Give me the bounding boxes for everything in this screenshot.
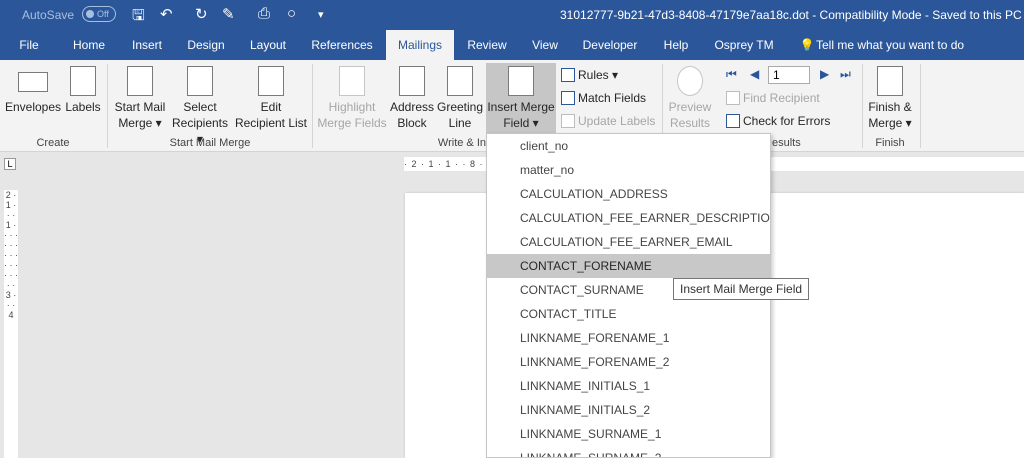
group-label-create: Create	[36, 137, 70, 149]
tab-layout[interactable]: Layout	[242, 30, 294, 60]
merge-field-item[interactable]: LINKNAME_FORENAME_2	[487, 350, 770, 374]
record-number-input[interactable]: 1	[768, 66, 810, 84]
merge-field-item[interactable]: LINKNAME_INITIALS_2	[487, 398, 770, 422]
ribbon-tabs: File Home Insert Design Layout Reference…	[0, 30, 1024, 60]
group-label-preview-results: esults	[772, 137, 801, 149]
edit-recipient-list-icon	[258, 66, 284, 96]
find-recipient-button[interactable]: Find Recipient	[726, 91, 820, 105]
select-recipients-button[interactable]: Select Recipients ▾	[168, 66, 232, 147]
match-fields-icon	[561, 91, 575, 105]
merge-field-item[interactable]: LINKNAME_SURNAME_1	[487, 422, 770, 446]
rules-button[interactable]: Rules ▾	[561, 68, 618, 82]
group-separator	[862, 64, 863, 148]
preview-results-button[interactable]: Preview Results	[666, 66, 714, 131]
merge-field-item[interactable]: CALCULATION_FEE_EARNER_EMAIL	[487, 230, 770, 254]
select-recipients-icon	[187, 66, 213, 96]
last-record-icon[interactable]: ⏭	[840, 67, 851, 82]
address-block-button[interactable]: Address Block	[388, 66, 436, 131]
merge-field-item[interactable]: CALCULATION_FEE_EARNER_DESCRIPTION	[487, 206, 770, 230]
merge-field-item-highlighted[interactable]: CONTACT_FORENAME	[487, 254, 770, 278]
previous-record-icon[interactable]: ◀	[750, 67, 759, 81]
circle-icon[interactable]: ○	[287, 5, 296, 22]
merge-field-item[interactable]: LINKNAME_SURNAME_2	[487, 446, 770, 457]
tab-insert[interactable]: Insert	[124, 30, 170, 60]
tooltip: Insert Mail Merge Field	[673, 278, 810, 300]
autosave-label: AutoSave	[22, 8, 75, 22]
merge-field-item[interactable]: CONTACT_TITLE	[487, 302, 770, 326]
envelopes-button[interactable]: Envelopes	[4, 66, 62, 115]
labels-button[interactable]: Labels	[64, 66, 102, 115]
tab-references[interactable]: References	[306, 30, 378, 60]
highlight-merge-fields-button[interactable]: Highlight Merge Fields	[316, 66, 388, 131]
tab-developer[interactable]: Developer	[578, 30, 642, 60]
check-for-errors-icon	[726, 114, 740, 128]
group-separator	[107, 64, 108, 148]
group-separator	[312, 64, 313, 148]
rules-icon	[561, 68, 575, 82]
merge-field-item[interactable]: client_no	[487, 134, 770, 158]
group-label-start-mail-merge: Start Mail Merge	[169, 137, 251, 149]
save-icon[interactable]: 🖫	[132, 5, 145, 30]
print-preview-icon[interactable]: ⎙	[258, 5, 270, 22]
insert-merge-field-button[interactable]: Insert Merge Field ▾	[486, 63, 556, 134]
match-fields-button[interactable]: Match Fields	[561, 91, 646, 105]
document-title: 31012777-9b21-47d3-8408-47179e7aa18c.dot…	[560, 8, 1022, 22]
address-block-icon	[399, 66, 425, 96]
merge-field-item[interactable]: LINKNAME_FORENAME_1	[487, 326, 770, 350]
customize-qat-icon[interactable]: ▾	[318, 8, 324, 21]
tab-help[interactable]: Help	[656, 30, 696, 60]
greeting-line-button[interactable]: Greeting Line	[436, 66, 484, 131]
edit-recipient-list-button[interactable]: Edit Recipient List	[234, 66, 308, 131]
tab-file[interactable]: File	[10, 30, 48, 60]
finish-merge-button[interactable]: Finish & Merge ▾	[864, 66, 916, 131]
greeting-line-icon	[447, 66, 473, 96]
start-mail-merge-icon	[127, 66, 153, 96]
undo-icon[interactable]: ↶	[160, 5, 173, 23]
tab-selector-icon[interactable]: L	[4, 158, 16, 170]
title-bar: AutoSave Off 🖫 ↶ ↻ ✎ ⎙ ○ ▾ 31012777-9b21…	[0, 0, 1024, 30]
preview-results-icon	[677, 66, 703, 96]
update-labels-icon	[561, 114, 575, 128]
tell-me-search[interactable]: Tell me what you want to do	[816, 30, 976, 60]
first-record-icon[interactable]: ⏮	[726, 67, 737, 82]
tab-view[interactable]: View	[524, 30, 566, 60]
check-for-errors-button[interactable]: Check for Errors	[726, 114, 830, 128]
redo-icon[interactable]: ↻	[195, 5, 208, 23]
format-painter-icon[interactable]: ✎	[222, 5, 235, 23]
tab-osprey-tm[interactable]: Osprey TM	[708, 30, 780, 60]
labels-icon	[70, 66, 96, 96]
merge-field-item[interactable]: matter_no	[487, 158, 770, 182]
autosave-toggle[interactable]: Off	[82, 6, 116, 22]
insert-merge-field-icon	[508, 66, 534, 96]
tab-mailings[interactable]: Mailings	[386, 30, 454, 60]
tab-home[interactable]: Home	[66, 30, 112, 60]
tab-review[interactable]: Review	[462, 30, 512, 60]
group-label-write-insert: Write & In	[437, 137, 486, 149]
update-labels-button[interactable]: Update Labels	[561, 114, 655, 128]
find-recipient-icon	[726, 91, 740, 105]
highlight-merge-fields-icon	[339, 66, 365, 96]
start-mail-merge-button[interactable]: Start Mail Merge ▾	[112, 66, 168, 131]
group-label-finish: Finish	[875, 137, 905, 149]
merge-field-item[interactable]: LINKNAME_INITIALS_1	[487, 374, 770, 398]
tab-design[interactable]: Design	[180, 30, 232, 60]
group-separator	[920, 64, 921, 148]
next-record-icon[interactable]: ▶	[820, 67, 829, 81]
merge-field-item[interactable]: CALCULATION_ADDRESS	[487, 182, 770, 206]
envelope-icon	[18, 72, 48, 92]
lightbulb-icon: 💡	[799, 38, 815, 52]
finish-merge-icon	[877, 66, 903, 96]
vertical-ruler[interactable]: 2 · 1 · · · 1 · · · · · · · · · · · · · …	[4, 190, 18, 458]
